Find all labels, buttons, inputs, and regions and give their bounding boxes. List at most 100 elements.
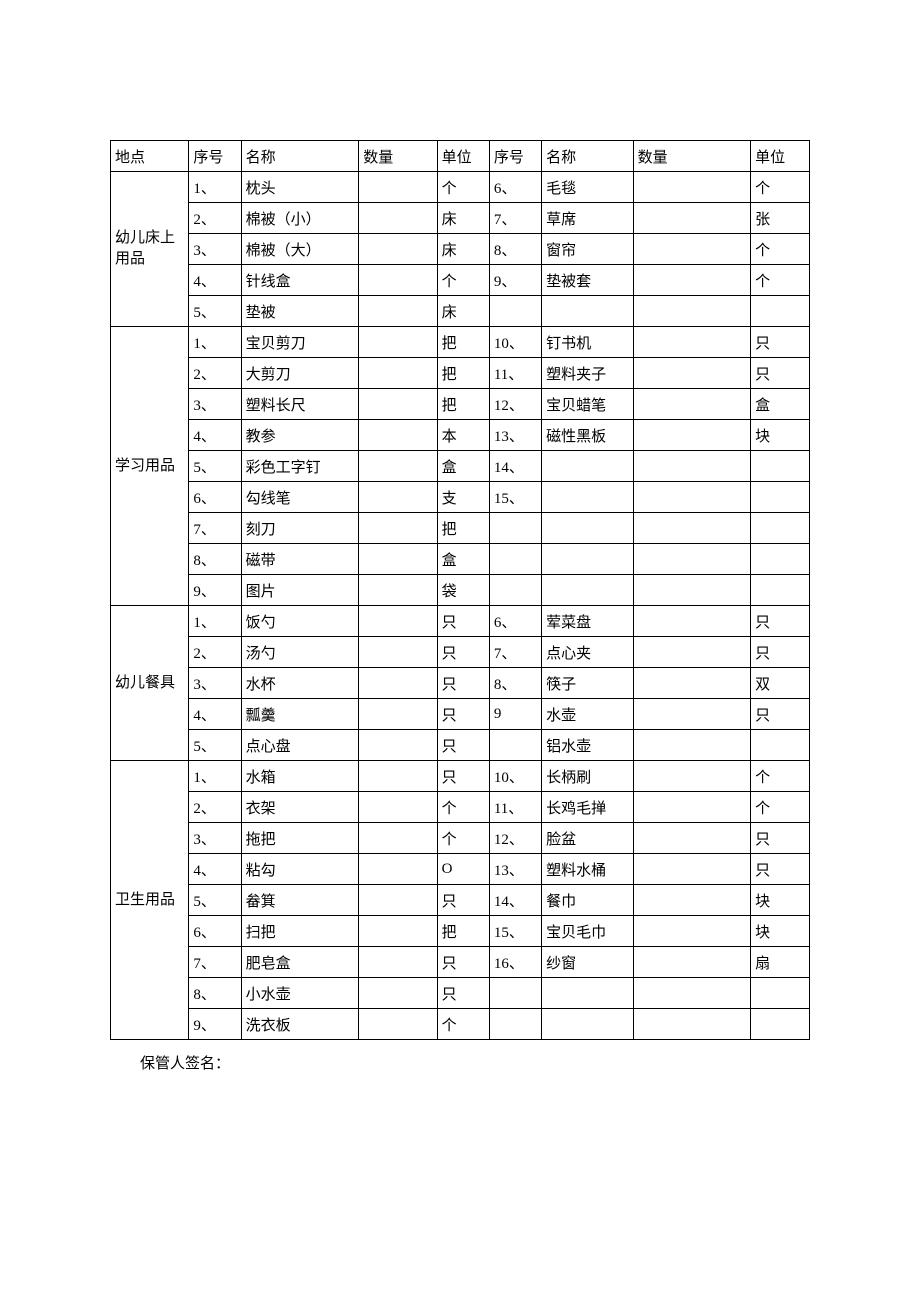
cell-seq2: 13、 [489,854,541,885]
cell-unit2 [751,730,810,761]
table-row: 4、针线盒个9、垫被套个 [111,265,810,296]
cell-loc: 卫生用品 [111,761,189,1040]
cell-unit: 只 [437,699,489,730]
cell-name2: 窗帘 [542,234,633,265]
cell-unit2 [751,296,810,327]
cell-unit: O [437,854,489,885]
cell-name: 点心盘 [241,730,359,761]
table-row: 2、汤勺只7、点心夹只 [111,637,810,668]
cell-qty [359,265,437,296]
cell-name: 棉被（大） [241,234,359,265]
cell-seq2: 11、 [489,792,541,823]
cell-name: 彩色工字钉 [241,451,359,482]
cell-loc: 幼儿餐具 [111,606,189,761]
cell-seq: 4、 [189,420,241,451]
cell-name: 水箱 [241,761,359,792]
table-row: 9、洗衣板个 [111,1009,810,1040]
cell-name: 教参 [241,420,359,451]
cell-qty2 [633,575,751,606]
cell-qty2 [633,296,751,327]
cell-name2 [542,1009,633,1040]
cell-loc: 学习用品 [111,327,189,606]
cell-unit2: 只 [751,823,810,854]
cell-seq2: 14、 [489,885,541,916]
table-row: 2、棉被（小）床7、草席张 [111,203,810,234]
cell-loc: 幼儿床上用品 [111,172,189,327]
cell-qty2 [633,1009,751,1040]
cell-name: 垫被 [241,296,359,327]
cell-qty [359,203,437,234]
cell-name2: 纱窗 [542,947,633,978]
cell-qty [359,420,437,451]
cell-name2: 毛毯 [542,172,633,203]
cell-seq2 [489,575,541,606]
cell-qty [359,358,437,389]
cell-name2: 点心夹 [542,637,633,668]
cell-seq: 4、 [189,699,241,730]
cell-qty [359,513,437,544]
signature-line: 保管人签名： [110,1052,810,1073]
cell-name: 宝贝剪刀 [241,327,359,358]
cell-unit2: 个 [751,792,810,823]
cell-unit: 个 [437,172,489,203]
cell-seq2: 10、 [489,327,541,358]
cell-name2: 垫被套 [542,265,633,296]
cell-qty2 [633,699,751,730]
header-name2: 名称 [542,141,633,172]
header-unit: 单位 [437,141,489,172]
cell-name2 [542,513,633,544]
cell-seq: 6、 [189,482,241,513]
cell-seq: 2、 [189,792,241,823]
cell-unit2: 只 [751,699,810,730]
cell-qty [359,327,437,358]
cell-name2 [542,978,633,1009]
cell-qty [359,296,437,327]
header-qty: 数量 [359,141,437,172]
table-row: 7、肥皂盒只16、纱窗扇 [111,947,810,978]
cell-qty [359,234,437,265]
cell-seq: 5、 [189,296,241,327]
cell-seq2 [489,978,541,1009]
cell-name: 洗衣板 [241,1009,359,1040]
cell-unit2: 个 [751,761,810,792]
cell-qty [359,172,437,203]
cell-seq2: 7、 [489,637,541,668]
cell-qty2 [633,947,751,978]
cell-qty [359,947,437,978]
cell-qty2 [633,761,751,792]
cell-name: 肥皂盒 [241,947,359,978]
table-row: 6、勾线笔支15、 [111,482,810,513]
cell-qty2 [633,234,751,265]
table-header-row: 地点序号名称数量单位序号名称数量单位 [111,141,810,172]
cell-seq: 3、 [189,389,241,420]
cell-seq: 7、 [189,513,241,544]
cell-qty [359,637,437,668]
cell-seq: 9、 [189,1009,241,1040]
cell-qty2 [633,606,751,637]
cell-name2: 长柄刷 [542,761,633,792]
cell-seq: 9、 [189,575,241,606]
cell-seq2: 8、 [489,668,541,699]
cell-unit2: 双 [751,668,810,699]
cell-qty2 [633,823,751,854]
cell-seq2: 6、 [489,172,541,203]
cell-unit: 个 [437,823,489,854]
cell-name2: 钉书机 [542,327,633,358]
cell-unit: 个 [437,265,489,296]
cell-unit: 本 [437,420,489,451]
cell-name: 瓢羹 [241,699,359,730]
table-row: 8、小水壶只 [111,978,810,1009]
cell-unit: 只 [437,668,489,699]
header-loc: 地点 [111,141,189,172]
cell-unit: 把 [437,513,489,544]
cell-unit2: 只 [751,854,810,885]
cell-qty [359,482,437,513]
cell-qty [359,606,437,637]
cell-unit: 只 [437,637,489,668]
cell-qty2 [633,978,751,1009]
table-row: 2、大剪刀把11、塑料夹子只 [111,358,810,389]
cell-qty2 [633,172,751,203]
cell-unit2 [751,1009,810,1040]
cell-unit: 只 [437,730,489,761]
cell-seq: 6、 [189,916,241,947]
